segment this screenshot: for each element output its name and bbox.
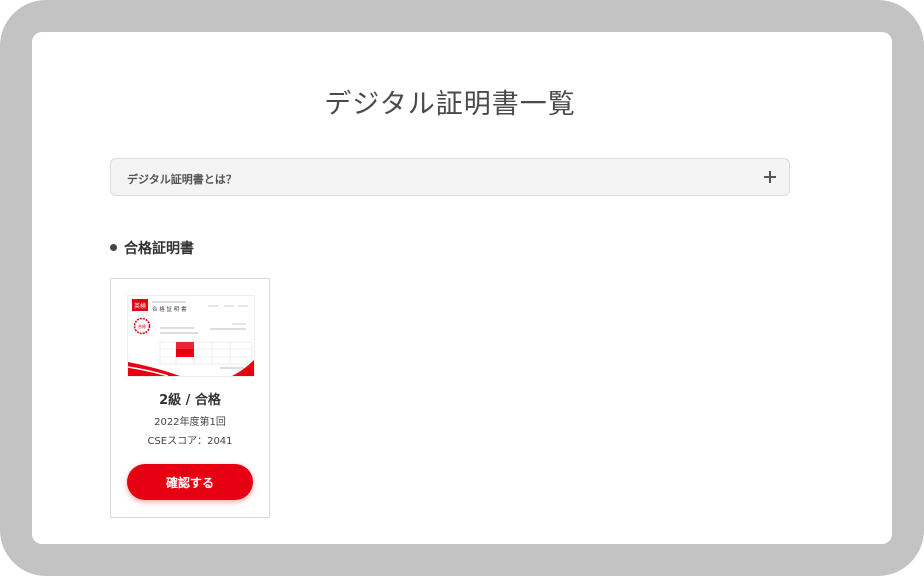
section-heading: 合格証明書 — [110, 238, 194, 258]
thumbnail-logo-text: 英検 — [134, 302, 146, 310]
certificate-session: 2022年度第1回 — [154, 417, 226, 428]
certificate-grade: 2級 / 合格 — [159, 393, 221, 408]
certificate-thumbnail[interactable]: 英検 合 格 証 明 書 合格 — [127, 295, 255, 377]
certificate-thumbnail-graphic: 英検 合 格 証 明 書 合格 — [128, 299, 254, 376]
page-title: デジタル証明書一覧 — [324, 89, 576, 120]
certificate-card: 英検 合 格 証 明 書 合格 2級 / 合格 2022年度第1回 CSEスコア… — [110, 278, 270, 518]
content-panel: デジタル証明書一覧 デジタル証明書とは？ 合格証明書 英検 合 格 証 明 書 — [32, 32, 892, 544]
section-heading-text: 合格証明書 — [124, 241, 194, 257]
bullet-icon — [110, 244, 117, 251]
plus-icon[interactable] — [763, 170, 777, 184]
thumbnail-score-highlight — [176, 349, 194, 357]
confirm-button[interactable]: 確認する — [127, 464, 253, 500]
faq-accordion[interactable]: デジタル証明書とは？ — [110, 158, 790, 196]
faq-accordion-label: デジタル証明書とは？ — [127, 173, 237, 186]
device-frame: デジタル証明書一覧 デジタル証明書とは？ 合格証明書 英検 合 格 証 明 書 — [0, 0, 924, 576]
thumbnail-seal-text: 合格 — [138, 323, 146, 329]
thumbnail-title: 合 格 証 明 書 — [152, 305, 187, 313]
certificate-score: CSEスコア：2041 — [147, 436, 233, 447]
